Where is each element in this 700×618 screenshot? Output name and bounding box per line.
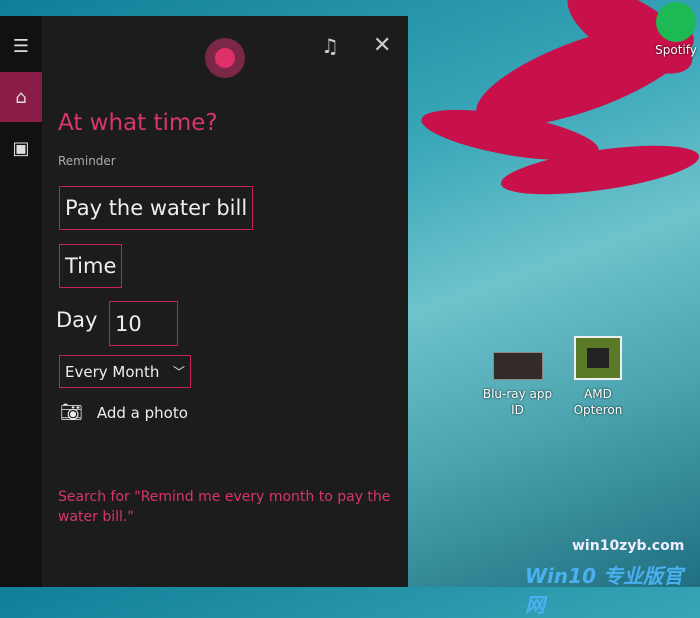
reminder-text-field[interactable]: Pay the water bill — [59, 186, 254, 230]
spotify-icon — [656, 2, 696, 42]
camera-icon: 📷︎ — [60, 402, 83, 423]
reminder-label: Reminder — [58, 154, 116, 168]
desktop-icon-spotify[interactable]: Spotify — [652, 2, 700, 58]
search-link[interactable]: Search for "Remind me every month to pay… — [58, 487, 398, 527]
notebook-icon[interactable]: ▣ — [0, 123, 42, 173]
page-title: At what time? — [58, 110, 218, 136]
desktop-icon-amd[interactable]: AMD Opteron — [565, 336, 631, 418]
add-photo-button[interactable]: 📷︎ Add a photo — [60, 402, 188, 423]
close-icon[interactable]: ✕ — [373, 33, 391, 58]
sidebar: ☰ ⌂ ▣ — [0, 16, 42, 587]
hamburger-menu-icon[interactable]: ☰ — [0, 21, 42, 71]
recurrence-dropdown[interactable]: Every Month ﹀ — [59, 355, 191, 388]
amd-chip-icon — [574, 336, 622, 380]
watermark-logo: Win10 专业版官网 — [525, 564, 683, 617]
music-icon[interactable]: ♫ — [321, 34, 339, 58]
watermark-url: win10zyb.com — [572, 538, 685, 554]
time-field[interactable]: Time — [59, 244, 123, 288]
desktop-icon-bluray[interactable]: Blu-ray app ID — [480, 352, 555, 418]
cortana-panel: ☰ ⌂ ▣ ♫ ✕ At what time? Reminder Pay the… — [0, 16, 408, 587]
day-input[interactable]: 10 — [109, 301, 178, 346]
home-icon[interactable]: ⌂ — [0, 72, 42, 122]
cortana-orb-icon[interactable] — [205, 38, 245, 78]
bluray-thumbnail-icon — [492, 352, 543, 380]
day-label: Day — [56, 308, 98, 332]
chevron-down-icon: ﹀ — [172, 365, 185, 379]
